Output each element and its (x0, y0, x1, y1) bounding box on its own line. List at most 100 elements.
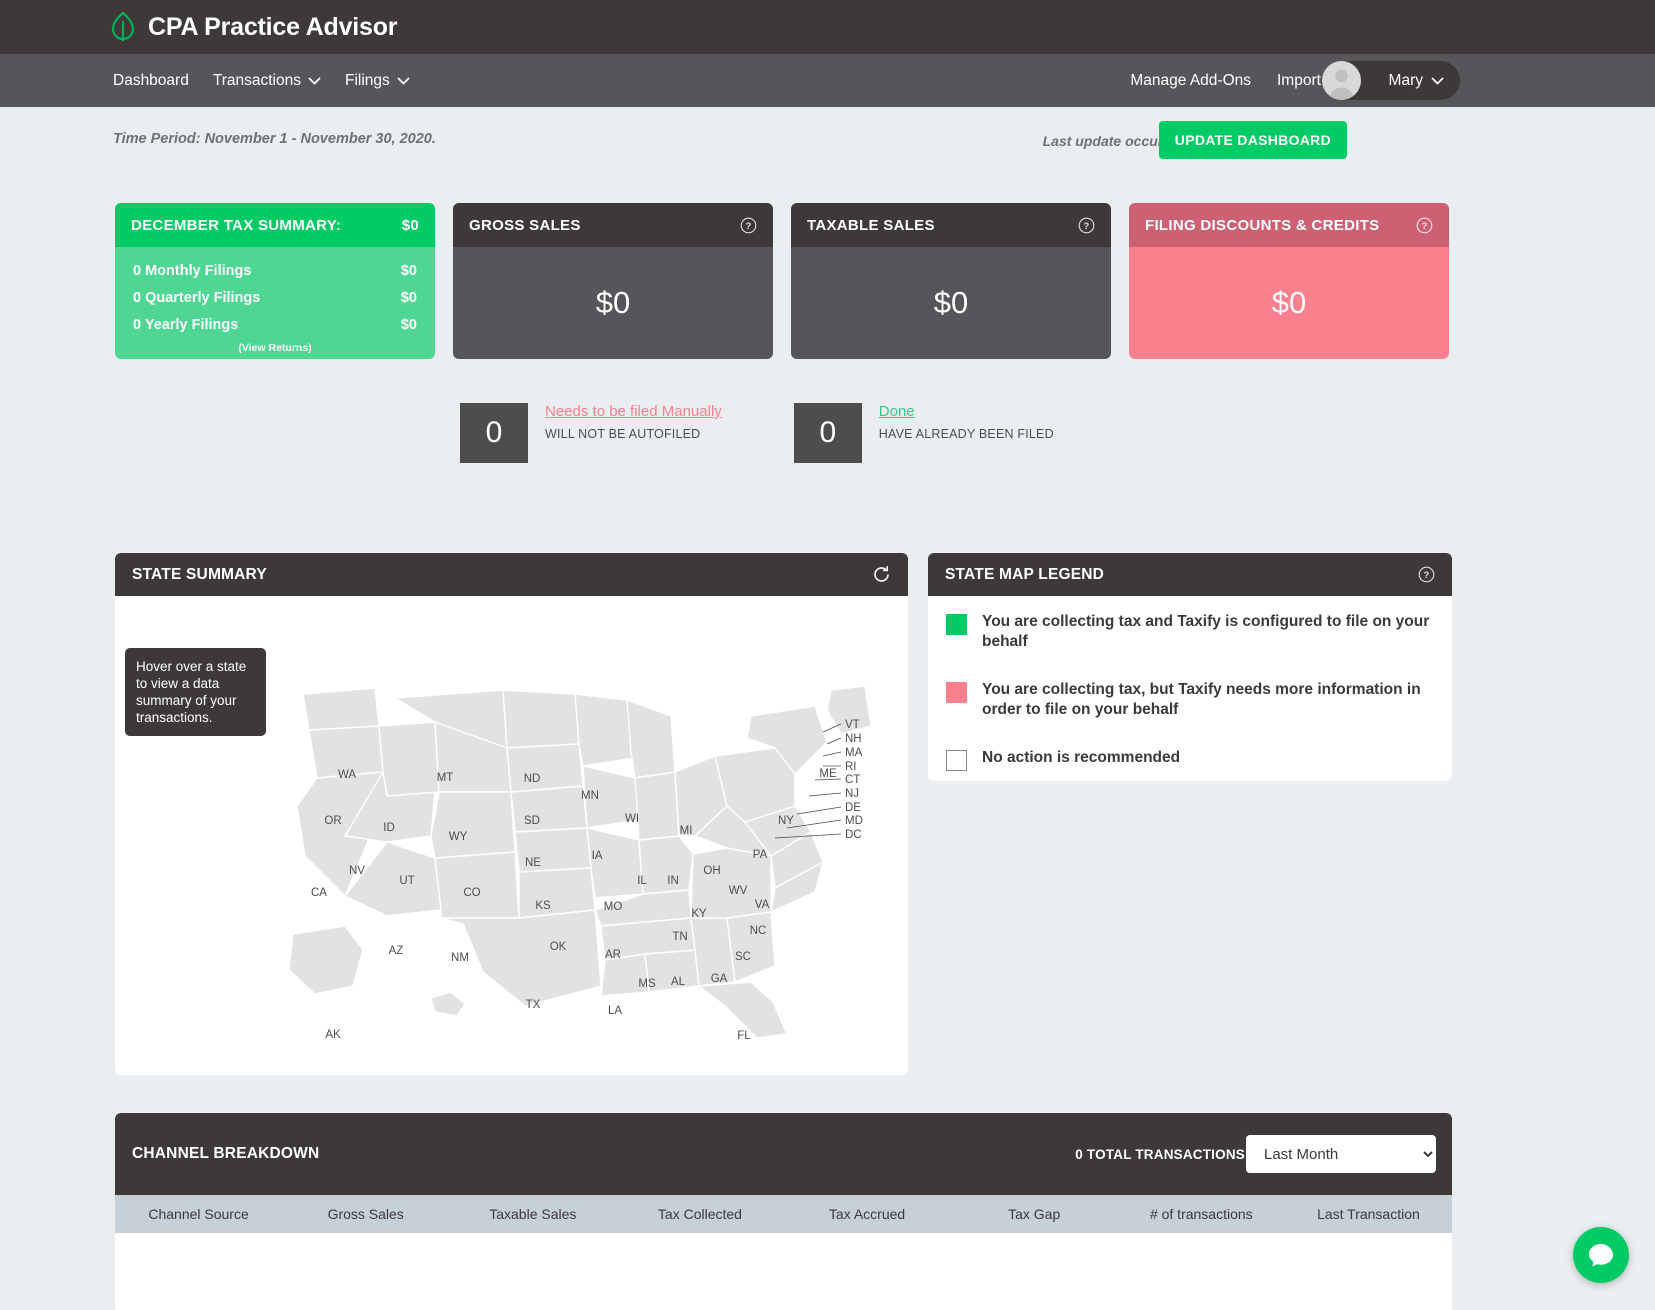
chevron-down-icon (308, 77, 321, 85)
view-returns-link[interactable]: (View Returns) (133, 342, 417, 354)
svg-text:?: ? (1423, 570, 1429, 581)
nav-label: Manage Add-Ons (1130, 72, 1251, 90)
brand-title: CPA Practice Advisor (148, 13, 397, 42)
filing-label: 0 Quarterly Filings (133, 290, 260, 306)
main-navigation: Dashboard Transactions Filings Manage Ad… (0, 54, 1655, 107)
kpi-title: FILING DISCOUNTS & CREDITS (1145, 217, 1379, 234)
column-header-tax-gap: Tax Gap (951, 1206, 1118, 1222)
svg-text:MA: MA (845, 747, 863, 759)
help-icon[interactable]: ? (1416, 217, 1433, 234)
update-dashboard-button[interactable]: UPDATE DASHBOARD (1159, 121, 1347, 159)
user-menu[interactable]: Mary (1322, 61, 1460, 100)
panel-title: CHANNEL BREAKDOWN (132, 1145, 319, 1163)
help-icon[interactable]: ? (740, 217, 757, 234)
filing-counters: 0 Needs to be filed Manually WILL NOT BE… (460, 403, 1054, 463)
map-state-label: IL (637, 875, 647, 887)
kpi-title: DECEMBER TAX SUMMARY: (131, 217, 341, 234)
map-hover-tooltip: Hover over a state to view a data summar… (125, 648, 266, 736)
svg-text:?: ? (1421, 221, 1427, 232)
counter-value: 0 (794, 403, 862, 463)
help-icon[interactable]: ? (1078, 217, 1095, 234)
us-map-container: Hover over a state to view a data summar… (115, 596, 908, 1075)
time-period-label: Time Period: November 1 - November 30, 2… (113, 131, 436, 147)
avatar (1322, 61, 1361, 100)
filing-label: 0 Yearly Filings (133, 317, 238, 333)
map-state-label: WY (449, 831, 468, 843)
us-map[interactable]: VT NH MA RI CT NJ DE MD DC WAORIDMTNDSDM… (275, 686, 895, 1046)
nav-label: Dashboard (113, 72, 189, 90)
map-state-label: KY (691, 908, 707, 920)
filing-line-monthly: 0 Monthly Filings $0 (133, 263, 417, 279)
kpi-card-gross-sales: GROSS SALES ? $0 (453, 203, 773, 359)
nav-item-manage-add-ons[interactable]: Manage Add-Ons (1130, 72, 1251, 90)
period-row: Time Period: November 1 - November 30, 2… (0, 107, 1460, 177)
channel-breakdown-panel: CHANNEL BREAKDOWN 0 TOTAL TRANSACTIONS L… (115, 1113, 1452, 1310)
map-state-label: OR (324, 815, 341, 827)
svg-text:DE: DE (845, 802, 861, 814)
legend-item-needs-info: You are collecting tax, but Taxify needs… (946, 680, 1434, 720)
legend-swatch-pink (946, 682, 967, 703)
counter-subtitle: WILL NOT BE AUTOFILED (545, 427, 722, 441)
map-state-label: NM (451, 952, 469, 964)
counter-text: Needs to be filed Manually WILL NOT BE A… (545, 403, 722, 441)
filing-value: $0 (401, 263, 417, 279)
map-state-label: NV (349, 865, 365, 877)
column-header-last-transaction: Last Transaction (1285, 1206, 1452, 1222)
map-state-label: MS (638, 978, 656, 990)
filing-value: $0 (401, 317, 417, 333)
panel-title: STATE MAP LEGEND (945, 566, 1104, 584)
map-state-label: PA (753, 849, 768, 861)
column-header-num-transactions: # of transactions (1118, 1206, 1285, 1222)
state-map-legend-panel: STATE MAP LEGEND ? You are collecting ta… (928, 553, 1452, 781)
brand-bar: CPA Practice Advisor (0, 0, 1655, 54)
chat-launcher-button[interactable] (1573, 1227, 1629, 1283)
kpi-card-row: DECEMBER TAX SUMMARY: $0 0 Monthly Filin… (115, 203, 1449, 359)
kpi-header: DECEMBER TAX SUMMARY: $0 (115, 203, 435, 247)
needs-manual-filing-link[interactable]: Needs to be filed Manually (545, 403, 722, 420)
kpi-title: TAXABLE SALES (807, 217, 935, 234)
kpi-header: TAXABLE SALES ? (791, 203, 1111, 247)
nav-item-dashboard[interactable]: Dashboard (113, 72, 189, 90)
nav-item-transactions[interactable]: Transactions (213, 72, 321, 90)
legend-label: You are collecting tax and Taxify is con… (982, 612, 1434, 652)
chevron-down-icon (397, 77, 410, 85)
legend-label: No action is recommended (982, 748, 1180, 768)
map-state-label: TX (526, 999, 541, 1011)
total-transactions-label: 0 TOTAL TRANSACTIONS (1075, 1147, 1245, 1162)
map-state-label: MN (581, 790, 599, 802)
state-summary-panel: STATE SUMMARY Hover over a state to view… (115, 553, 908, 1075)
map-state-label: TN (672, 931, 687, 943)
chat-bubble-icon (1587, 1241, 1615, 1269)
map-state-label: MT (437, 772, 454, 784)
map-state-label: NY (778, 815, 794, 827)
counter-manual-filing: 0 Needs to be filed Manually WILL NOT BE… (460, 403, 722, 463)
map-state-label: IA (592, 850, 603, 862)
counter-subtitle: HAVE ALREADY BEEN FILED (879, 427, 1054, 441)
nav-left-group: Dashboard Transactions Filings (0, 72, 410, 90)
map-state-label: WA (338, 769, 356, 781)
legend-body: You are collecting tax and Taxify is con… (928, 596, 1452, 771)
chevron-down-icon (1431, 77, 1444, 85)
nav-item-filings[interactable]: Filings (345, 72, 410, 90)
map-state-label: MI (680, 825, 693, 837)
map-small-state-labels: VT NH MA RI CT NJ DE MD DC (845, 719, 863, 841)
map-state-label: GA (711, 973, 728, 985)
help-icon[interactable]: ? (1418, 566, 1435, 583)
kpi-card-tax-summary: DECEMBER TAX SUMMARY: $0 0 Monthly Filin… (115, 203, 435, 359)
map-state-label: MO (604, 901, 623, 913)
period-select[interactable]: Last MonthThis MonthLast QuarterThis Yea… (1246, 1135, 1436, 1173)
map-state-shapes[interactable] (289, 686, 871, 1038)
map-state-label: SC (735, 951, 751, 963)
legend-item-configured: You are collecting tax and Taxify is con… (946, 612, 1434, 652)
column-header-tax-collected: Tax Collected (616, 1206, 783, 1222)
map-state-label: NC (750, 925, 767, 937)
done-filing-link[interactable]: Done (879, 403, 1054, 420)
refresh-icon[interactable] (872, 565, 891, 584)
svg-text:NJ: NJ (845, 788, 859, 800)
svg-text:?: ? (745, 221, 751, 232)
column-header-gross-sales: Gross Sales (282, 1206, 449, 1222)
kpi-header: FILING DISCOUNTS & CREDITS ? (1129, 203, 1449, 247)
map-state-label: UT (399, 875, 414, 887)
map-state-label: AZ (389, 945, 404, 957)
map-state-label: OK (550, 941, 567, 953)
